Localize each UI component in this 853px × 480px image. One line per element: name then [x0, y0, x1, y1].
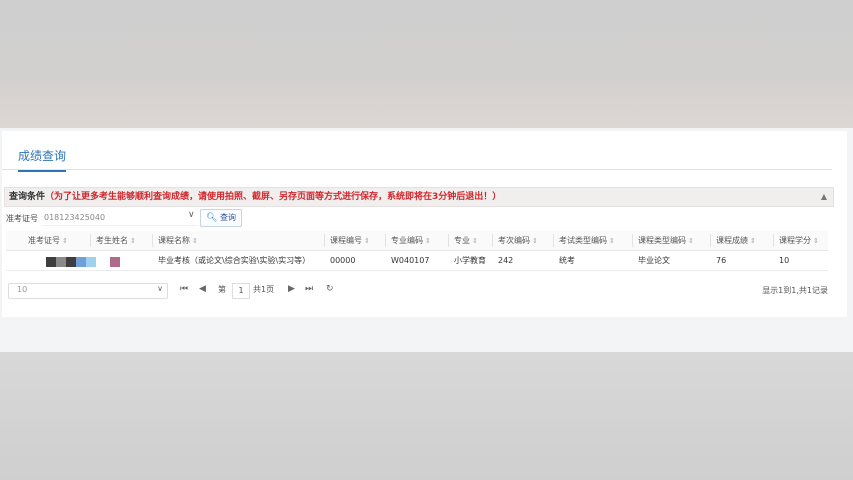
course-name-cell: 毕业考核（或论文\综合实验\实验\实习等）: [158, 256, 311, 265]
tab-bar: 成绩查询: [2, 131, 832, 172]
column-divider: [773, 234, 774, 247]
col-header[interactable]: 课程类型编码 ⇕: [638, 231, 694, 250]
admission-number-label: 准考证号: [6, 214, 38, 223]
exam-type-cell: 统考: [559, 256, 575, 265]
col-header[interactable]: 专业编码 ⇕: [391, 231, 431, 250]
search-button-label: 查询: [219, 213, 236, 222]
background-bottom: [0, 352, 853, 480]
pagination-bar: 10 ∨ ⏮ ◀ 第 1 共1页 ▶ ⏭ ↻ 显示1到1,共1记录: [6, 281, 828, 301]
page-number-input[interactable]: 1: [232, 283, 250, 299]
col-header[interactable]: 课程学分 ⇕: [779, 231, 819, 250]
redacted-mark: [56, 257, 66, 267]
redacted-mark: [76, 257, 86, 267]
col-header[interactable]: 准考证号 ⇕: [28, 231, 68, 250]
first-page-icon[interactable]: ⏮: [180, 284, 188, 294]
content-card: 成绩查询 查询条件（为了让更多考生能够顺利查询成绩，请使用拍照、截屏、另存页面等…: [2, 131, 847, 317]
refresh-icon[interactable]: ↻: [326, 284, 334, 294]
record-summary: 显示1到1,共1记录: [762, 286, 828, 295]
prev-page-icon[interactable]: ◀: [199, 284, 206, 294]
column-divider: [152, 234, 153, 247]
background-top: [0, 0, 853, 128]
search-button[interactable]: 🔍︎ 查询: [200, 209, 242, 227]
col-header[interactable]: 课程名称 ⇕: [158, 231, 198, 250]
page-prefix: 第: [218, 285, 226, 294]
score-cell: 76: [716, 256, 727, 265]
course-type-cell: 毕业论文: [638, 256, 670, 265]
redacted-mark: [46, 257, 56, 267]
column-divider: [385, 234, 386, 247]
course-code-cell: 00000: [330, 256, 356, 265]
col-header[interactable]: 课程编号 ⇕: [330, 231, 370, 250]
table-row[interactable]: 毕业考核（或论文\综合实验\实验\实习等） 00000 W040107 小学教育…: [6, 251, 828, 271]
collapse-icon[interactable]: ▲: [821, 188, 827, 206]
tab-score-query[interactable]: 成绩查询: [18, 147, 67, 172]
chevron-down-icon[interactable]: ∨: [157, 284, 163, 293]
last-page-icon[interactable]: ⏭: [305, 284, 313, 294]
col-header[interactable]: 课程成绩 ⇕: [716, 231, 756, 250]
table-header: 准考证号 ⇕ 考生姓名 ⇕ 课程名称 ⇕ 课程编号 ⇕ 专业编码 ⇕ 专业 ⇕ 考次编码 ⇕ …: [6, 231, 828, 251]
credit-cell: 10: [779, 256, 790, 265]
redacted-mark: [110, 257, 120, 267]
redacted-mark: [86, 257, 96, 267]
column-divider: [448, 234, 449, 247]
results-page: 成绩查询 查询条件（为了让更多考生能够顺利查询成绩，请使用拍照、截屏、另存页面等…: [0, 128, 853, 352]
panel-title: 查询条件: [9, 192, 46, 202]
results-table: 准考证号 ⇕ 考生姓名 ⇕ 课程名称 ⇕ 课程编号 ⇕ 专业编码 ⇕ 专业 ⇕ 考次编码 ⇕ …: [6, 231, 828, 271]
exam-code-cell: 242: [498, 256, 514, 265]
column-divider: [90, 234, 91, 247]
search-icon: 🔍︎: [206, 213, 218, 223]
col-header[interactable]: 考次编码 ⇕: [498, 231, 538, 250]
page-total: 共1页: [253, 285, 275, 294]
column-divider: [632, 234, 633, 247]
col-header[interactable]: 考生姓名 ⇕: [96, 231, 136, 250]
column-divider: [710, 234, 711, 247]
query-panel-header: 查询条件（为了让更多考生能够顺利查询成绩，请使用拍照、截屏、另存页面等方式进行保…: [4, 187, 834, 207]
page-size-value: 10: [17, 285, 28, 294]
column-divider: [492, 234, 493, 247]
col-header[interactable]: 专业 ⇕: [454, 231, 478, 250]
next-page-icon[interactable]: ▶: [288, 284, 295, 294]
page-size-select[interactable]: 10 ∨: [8, 283, 168, 299]
col-header[interactable]: 考试类型编码 ⇕: [559, 231, 615, 250]
chevron-down-icon[interactable]: ∨: [188, 210, 195, 220]
major-code-cell: W040107: [391, 256, 430, 265]
admission-number-value[interactable]: 018123425040: [44, 213, 105, 222]
column-divider: [324, 234, 325, 247]
column-divider: [553, 234, 554, 247]
major-cell: 小学教育: [454, 256, 486, 265]
redacted-mark: [66, 257, 76, 267]
exit-warning: （为了让更多考生能够顺利查询成绩，请使用拍照、截屏、另存页面等方式进行保存，系统…: [45, 192, 502, 202]
